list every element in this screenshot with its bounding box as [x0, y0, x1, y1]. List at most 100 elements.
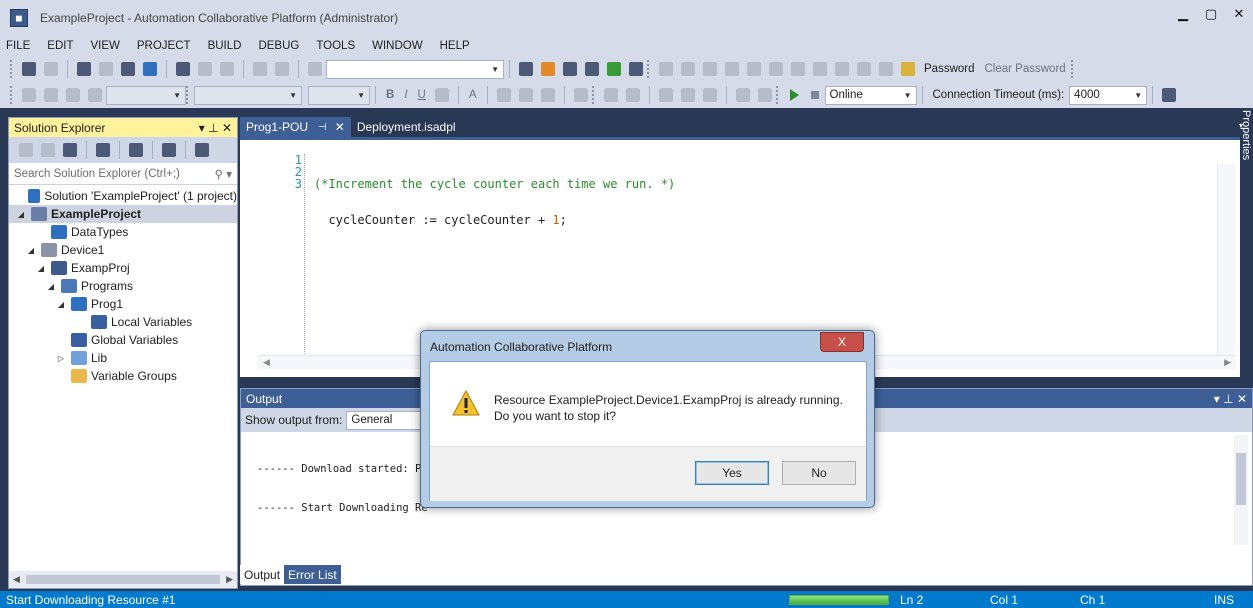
step-out-icon[interactable] — [747, 62, 761, 76]
font-color-button[interactable]: A — [469, 89, 477, 101]
vertical-scrollbar[interactable] — [1234, 435, 1248, 545]
tab-output[interactable]: Output — [240, 565, 285, 584]
sync-icon[interactable] — [702, 88, 717, 102]
expander-icon[interactable]: ◢ — [35, 264, 47, 273]
refresh-icon[interactable] — [195, 143, 209, 157]
panel-controls[interactable]: ▾ ⊥ ✕ — [1214, 392, 1247, 406]
back-icon[interactable] — [19, 143, 33, 157]
app-icon[interactable]: ◼ — [10, 9, 28, 27]
menu-project[interactable]: PROJECT — [137, 40, 191, 52]
tree-item[interactable]: ◢ Prog1 — [9, 295, 237, 313]
toolbar-grip[interactable] — [10, 60, 14, 78]
solution-search-input[interactable]: Search Solution Explorer (Ctrl+;) ⚲ ▾ — [9, 163, 237, 185]
tree-item[interactable]: ◢ ExampProj — [9, 259, 237, 277]
save-icon[interactable] — [121, 62, 135, 76]
scrollbar-thumb[interactable] — [25, 575, 221, 584]
tree-item[interactable]: ◢ Device1 — [9, 241, 237, 259]
breakpoint-clear-icon[interactable] — [791, 62, 805, 76]
tab-deployment[interactable]: Deployment.isadpl — [351, 117, 462, 137]
expander-icon[interactable]: ▷ — [55, 354, 67, 363]
menu-help[interactable]: HELP — [440, 40, 470, 52]
disconnect-icon[interactable] — [680, 88, 695, 102]
pin-icon[interactable]: ⊣ — [318, 122, 327, 133]
zoom-combo[interactable]: ▼ — [106, 85, 186, 105]
password-button[interactable]: Password — [924, 63, 975, 75]
add-item-icon[interactable] — [99, 62, 113, 76]
properties-side-tab[interactable]: Properties — [1240, 110, 1253, 200]
line-tool-icon[interactable] — [603, 88, 618, 102]
menu-debug[interactable]: DEBUG — [258, 40, 299, 52]
debug-start-icon[interactable] — [659, 62, 673, 76]
scrollbar-thumb[interactable] — [1236, 453, 1246, 505]
copy-icon[interactable] — [198, 62, 212, 76]
find-combo[interactable]: ▼ — [326, 59, 504, 79]
download-icon[interactable] — [607, 62, 621, 76]
no-button[interactable]: No — [782, 461, 856, 485]
yes-button[interactable]: Yes — [695, 461, 769, 485]
tree-item[interactable]: Global Variables — [9, 331, 237, 349]
password-icon[interactable] — [901, 62, 915, 76]
find-icon[interactable] — [308, 62, 322, 76]
menu-view[interactable]: VIEW — [91, 40, 120, 52]
toolbar-grip[interactable] — [775, 86, 780, 104]
align-center-icon[interactable] — [518, 88, 533, 102]
align-left-icon[interactable] — [496, 88, 511, 102]
wrench-icon[interactable] — [563, 62, 577, 76]
menu-edit[interactable]: EDIT — [47, 40, 73, 52]
back-icon[interactable] — [22, 62, 36, 76]
cut-icon[interactable] — [176, 62, 190, 76]
lock-icon[interactable] — [813, 62, 827, 76]
settings-icon[interactable] — [857, 62, 871, 76]
shape-tool-icon[interactable] — [625, 88, 640, 102]
forward-icon[interactable] — [44, 62, 58, 76]
font-family-combo[interactable]: ▼ — [194, 85, 302, 105]
force-icon[interactable] — [757, 88, 772, 102]
scroll-left-icon[interactable]: ◀ — [13, 574, 20, 585]
tree-item[interactable]: ◢ ExampleProject — [9, 205, 237, 223]
toolbar-grip[interactable] — [1070, 60, 1075, 78]
properties-icon[interactable] — [162, 143, 176, 157]
stop-icon[interactable] — [810, 91, 819, 99]
tab-prog1-pou[interactable]: Prog1-POU ⊣ ✕ — [240, 117, 351, 137]
step-over-icon[interactable] — [725, 62, 739, 76]
online-mode-combo[interactable]: Online ▼ — [824, 85, 917, 105]
scroll-left-icon[interactable]: ◀ — [263, 357, 270, 368]
undo-icon[interactable] — [253, 62, 267, 76]
clear-password-button[interactable]: Clear Password — [985, 63, 1066, 75]
close-icon[interactable]: ✕ — [335, 120, 345, 134]
tree-item[interactable]: Solution 'ExampleProject' (1 project) — [9, 187, 237, 205]
save-all-icon[interactable] — [143, 62, 157, 76]
expander-icon[interactable]: ◢ — [15, 210, 27, 219]
expander-icon[interactable]: ◢ — [25, 246, 37, 255]
highlight-icon[interactable] — [434, 88, 449, 102]
connect-icon[interactable] — [658, 88, 673, 102]
breakpoint-icon[interactable] — [769, 62, 783, 76]
dialog-close-button[interactable]: X — [820, 332, 864, 352]
toolbar-grip[interactable] — [186, 86, 190, 104]
unlock-icon[interactable] — [835, 62, 849, 76]
minimize-icon[interactable]: ▁ — [1169, 6, 1197, 22]
menu-file[interactable]: FILE — [6, 40, 30, 52]
toolbar-grip[interactable] — [10, 86, 14, 104]
maximize-icon[interactable]: ▢ — [1197, 6, 1225, 22]
tab-error-list[interactable]: Error List — [284, 565, 341, 584]
menu-build[interactable]: BUILD — [208, 40, 242, 52]
vertical-scrollbar[interactable] — [1217, 164, 1235, 360]
tree-item[interactable]: ◢ Programs — [9, 277, 237, 295]
align-right-icon[interactable] — [540, 88, 555, 102]
deploy-icon[interactable] — [519, 62, 533, 76]
zoom-fit-icon[interactable] — [66, 88, 80, 102]
code-text[interactable]: (*Increment the cycle counter each time … — [314, 154, 675, 274]
zoom-out-icon[interactable] — [44, 88, 58, 102]
toolbar-grip[interactable] — [591, 86, 596, 104]
underline-button[interactable]: U — [418, 89, 426, 101]
tree-item[interactable]: DataTypes — [9, 223, 237, 241]
scroll-right-icon[interactable]: ▶ — [1224, 357, 1231, 368]
toolbar-grip[interactable] — [647, 60, 651, 78]
new-project-icon[interactable] — [77, 62, 91, 76]
history-icon[interactable] — [96, 143, 110, 157]
tree-item[interactable]: ▷ Lib — [9, 349, 237, 367]
menu-tools[interactable]: TOOLS — [316, 40, 355, 52]
menu-window[interactable]: WINDOW — [372, 40, 422, 52]
search-icon[interactable]: ⚲ ▾ — [215, 167, 232, 181]
